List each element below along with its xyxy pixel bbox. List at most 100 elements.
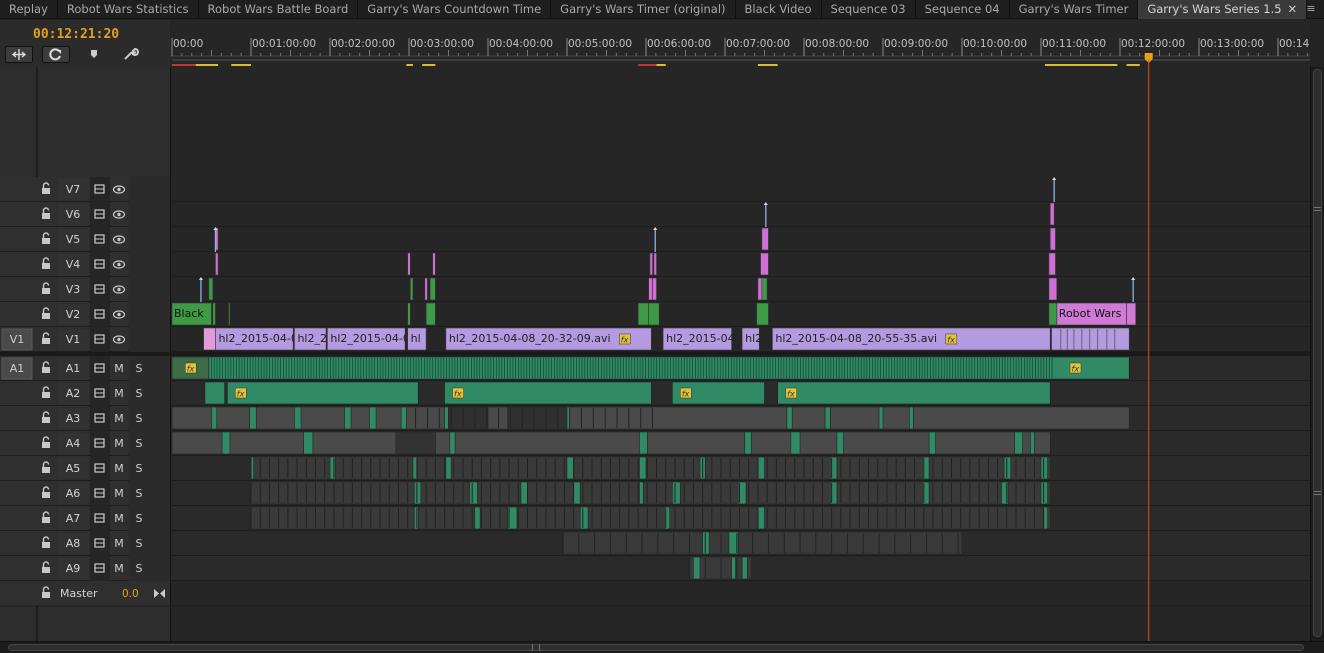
a3-clip-green[interactable] <box>444 406 449 430</box>
tab-garry-s-wars-timer-original[interactable]: Garry's Wars Timer (original) <box>551 0 736 19</box>
time-ruler[interactable]: 00:00 00:01:00:00 00:02:00:00 00:03:00:00 00… <box>170 20 1324 67</box>
v4-clip[interactable] <box>215 252 219 276</box>
mute-button[interactable]: M <box>114 437 124 450</box>
v4-clip[interactable] <box>432 252 436 276</box>
a2-clip[interactable] <box>204 381 225 405</box>
v2-clip-small[interactable] <box>756 302 769 326</box>
solo-button-label[interactable]: S <box>136 362 143 375</box>
a3-clip-dark[interactable] <box>448 406 489 430</box>
a6-clip-green[interactable] <box>520 481 528 505</box>
a4-clip-green[interactable] <box>928 431 936 455</box>
a2-clip[interactable] <box>227 381 419 405</box>
v2-clip-small[interactable] <box>637 302 649 326</box>
v2-clip-small[interactable] <box>648 302 660 326</box>
a4-clip-dark[interactable] <box>395 431 436 455</box>
solo-button-label[interactable]: S <box>136 512 143 525</box>
a6-clip-green[interactable] <box>672 481 681 505</box>
vertical-scrollbar[interactable] <box>1310 67 1324 641</box>
a3-clip-green[interactable] <box>878 406 884 430</box>
v3-clip[interactable] <box>648 277 653 301</box>
a6-clip-green[interactable] <box>573 481 581 505</box>
a5-clip-green[interactable] <box>566 456 574 480</box>
linked-selection-icon[interactable] <box>42 46 70 63</box>
a5-clip-green[interactable] <box>757 456 765 480</box>
a2-clip[interactable] <box>777 381 1051 405</box>
solo-button-label[interactable]: S <box>136 462 143 475</box>
v3-clip[interactable] <box>410 277 414 301</box>
a6-clip-green[interactable] <box>639 481 644 505</box>
tab-garry-s-wars-timer[interactable]: Garry's Wars Timer <box>1010 0 1139 19</box>
solo-button-label[interactable]: S <box>136 387 143 400</box>
a2-clip[interactable] <box>444 381 652 405</box>
mute-button[interactable]: M <box>114 537 124 550</box>
mute-button[interactable]: M <box>114 412 124 425</box>
solo-button-label[interactable]: S <box>136 487 143 500</box>
clip-pink[interactable] <box>203 327 216 351</box>
a6-clip-green[interactable] <box>413 481 422 505</box>
mute-button[interactable]: M <box>114 512 124 525</box>
v2-clip-small[interactable] <box>212 302 216 326</box>
v2-clip-small[interactable] <box>228 302 231 326</box>
a5-clip-green[interactable] <box>445 456 452 480</box>
a3-clip-green[interactable] <box>211 406 218 430</box>
playhead-timecode[interactable]: 00:12:21:20 <box>33 27 119 42</box>
tab-garry-s-wars-series-1-5[interactable]: Garry's Wars Series 1.5 ✕ <box>1138 0 1308 19</box>
a7-clip-green[interactable] <box>757 506 765 530</box>
a7-clip-green[interactable] <box>1043 506 1048 530</box>
settings-wrench-icon[interactable] <box>116 46 144 63</box>
tab-robot-wars-statistics[interactable]: Robot Wars Statistics <box>58 0 199 19</box>
a9-clip-green[interactable] <box>693 556 701 580</box>
snap-icon[interactable] <box>5 46 33 63</box>
mute-button[interactable]: M <box>114 562 124 575</box>
a8-clip[interactable] <box>562 531 963 555</box>
v3-clip[interactable] <box>1048 277 1058 301</box>
a4-clip-green[interactable] <box>303 431 314 455</box>
v4-clip[interactable] <box>649 252 653 276</box>
master-volume-value[interactable]: 0.0 <box>122 588 139 600</box>
a7-clip-green[interactable] <box>664 506 671 530</box>
a5-clip-green[interactable] <box>329 456 336 480</box>
a9-clip-green[interactable] <box>731 556 736 580</box>
a3-clip-green[interactable] <box>369 406 377 430</box>
v4-clip[interactable] <box>1048 252 1056 276</box>
a4-clip-green[interactable] <box>744 431 752 455</box>
horizontal-scrollbar[interactable] <box>0 641 1324 653</box>
mute-button[interactable]: M <box>114 387 124 400</box>
a4-clip-green[interactable] <box>836 431 844 455</box>
tab-robot-wars-battle-board[interactable]: Robot Wars Battle Board <box>199 0 359 19</box>
solo-button-label[interactable]: S <box>136 537 143 550</box>
v4-clip[interactable] <box>760 252 769 276</box>
tab-sequence-03[interactable]: Sequence 03 <box>822 0 916 19</box>
v3-clip[interactable] <box>429 277 436 301</box>
v3-clip[interactable] <box>208 277 214 301</box>
v5-clip[interactable] <box>761 227 769 251</box>
solo-button-label[interactable]: S <box>136 412 143 425</box>
a5-clip-green[interactable] <box>639 456 647 480</box>
a7-clip-green[interactable] <box>474 506 481 530</box>
v2-clip-small[interactable] <box>425 302 436 326</box>
mute-button[interactable]: M <box>114 462 124 475</box>
a3-clip-green[interactable] <box>909 406 914 430</box>
a3-clip-green[interactable] <box>249 406 257 430</box>
v3-clip[interactable] <box>424 277 428 301</box>
v2-clip[interactable] <box>1126 302 1137 326</box>
v6-clip[interactable] <box>1049 202 1055 226</box>
a3-clip-green[interactable] <box>344 406 352 430</box>
a8-clip-green[interactable] <box>702 531 710 555</box>
a4-clip-green[interactable] <box>1014 431 1023 455</box>
close-tab-icon[interactable]: ✕ <box>1288 2 1298 16</box>
v1-clip[interactable] <box>1051 327 1130 351</box>
tab-sequence-04[interactable]: Sequence 04 <box>916 0 1010 19</box>
a3-clip-green[interactable] <box>786 406 793 430</box>
a7-clip-green[interactable] <box>413 506 419 530</box>
a4-clip-green[interactable] <box>790 431 801 455</box>
v2-clip-small[interactable] <box>1048 302 1058 326</box>
a3-clip-green[interactable] <box>824 406 831 430</box>
solo-button-label[interactable]: S <box>136 437 143 450</box>
a5-clip-green[interactable] <box>412 456 418 480</box>
a4-clip-green[interactable] <box>221 431 231 455</box>
v4-clip[interactable] <box>407 252 411 276</box>
v4-clip[interactable] <box>653 252 657 276</box>
add-marker-icon[interactable] <box>80 46 108 63</box>
v2-clip-small[interactable] <box>407 302 411 326</box>
